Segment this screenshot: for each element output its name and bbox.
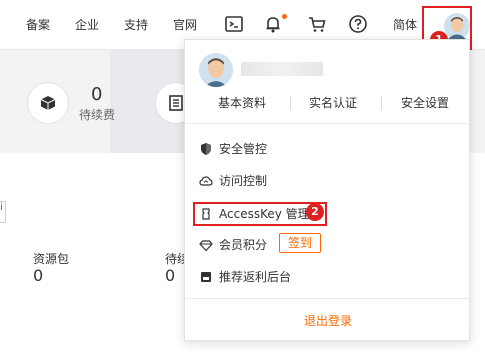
logout-button[interactable]: 退出登录 [185,312,471,329]
cart-icon[interactable] [306,13,328,35]
terminal-icon[interactable] [223,13,245,35]
access-control-label: 访问控制 [219,174,268,188]
basic-info-link[interactable]: 基本资料 [218,94,266,111]
language-switch[interactable]: 简体 [393,16,417,33]
avatar-image-icon [199,53,233,87]
renewal-label: 待续费 [79,108,116,122]
pending-value: 0 [165,266,176,285]
referral-rebate-item[interactable]: 推荐返利后台 [199,268,291,288]
shield-icon [201,143,211,155]
member-points-label: 会员积分 [219,238,268,252]
box-icon [27,82,69,124]
link-separator [381,96,382,110]
security-settings-link[interactable]: 安全设置 [401,94,449,111]
side-tag-label: i [0,202,3,213]
user-dropdown-menu: 基本资料 实名认证 安全设置 安全管控 访问控制 AccessKey 管理 2 … [184,39,471,341]
sign-in-button[interactable]: 签到 [279,233,321,253]
security-control-label: 安全管控 [219,142,268,156]
nav-support[interactable]: 支持 [124,16,148,33]
resource-pack-label: 资源包 [33,252,70,266]
security-control-item[interactable]: 安全管控 [199,140,267,160]
help-icon[interactable] [347,13,369,35]
link-separator [290,96,291,110]
resource-pack-value: 0 [33,266,44,285]
referral-rebate-label: 推荐返利后台 [219,270,292,284]
divider [185,298,471,299]
diamond-icon [199,240,213,252]
nav-official-site[interactable]: 官网 [173,16,197,33]
renewal-count: 0 [91,84,103,105]
blurred-username [241,62,323,76]
bell-icon[interactable] [262,13,284,35]
side-tag[interactable]: i [0,201,6,223]
divider [185,123,471,124]
nav-beian[interactable]: 备案 [26,16,50,33]
nav-enterprise[interactable]: 企业 [75,16,99,33]
member-points-item[interactable]: 会员积分 [199,236,267,256]
access-control-item[interactable]: 访问控制 [199,172,267,192]
real-name-auth-link[interactable]: 实名认证 [309,94,357,111]
gift-icon [201,272,211,282]
cloud-icon [199,176,213,186]
notification-dot [282,14,287,19]
step-2-badge: 2 [306,203,324,221]
avatar-icon [444,13,470,39]
dropdown-avatar [199,53,233,87]
